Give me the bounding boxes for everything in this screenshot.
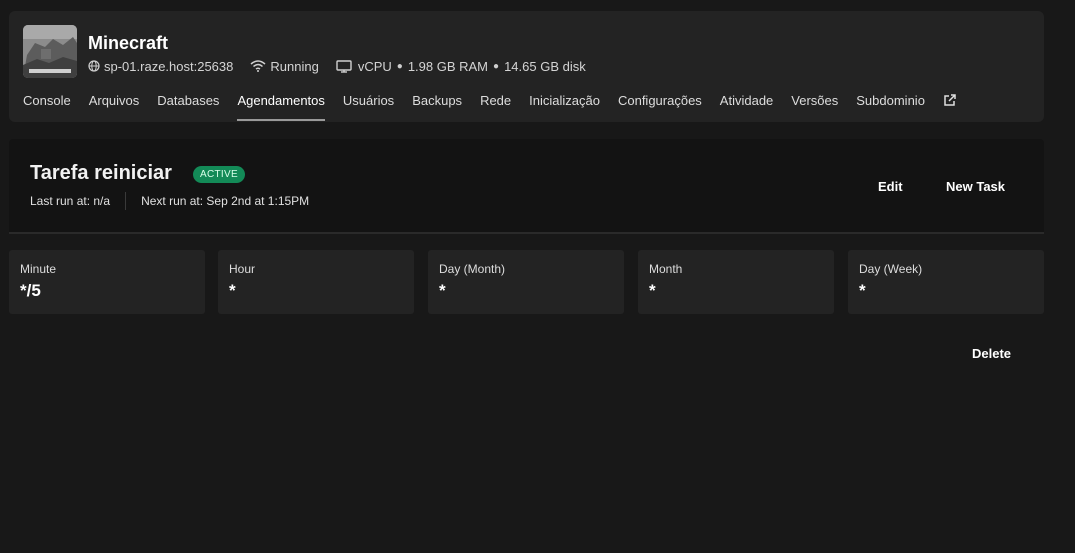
monitor-icon [336,59,352,73]
server-meta: sp-01.raze.host:25638 Running vCPU ● 1.9… [88,57,586,75]
server-status: Running [250,58,319,74]
delete-button[interactable]: Delete [972,346,1011,361]
disk-text: 14.65 GB disk [504,58,586,74]
server-address-text: sp-01.raze.host:25638 [104,58,234,74]
cpu-text: vCPU [357,58,392,74]
cron-value: * [859,281,866,300]
cron-value: * [649,281,656,300]
server-address: sp-01.raze.host:25638 [88,59,233,74]
tab-agendamentos[interactable]: Agendamentos [237,93,325,121]
cron-day-week: Day (Week) * [848,250,1044,314]
server-nav: Console Arquivos Databases Agendamentos … [23,93,956,123]
last-run-text: Last run at: n/a [30,194,111,208]
cron-label: Day (Week) [859,262,923,276]
cron-label: Hour [229,262,256,276]
cron-value: * [229,281,236,300]
tab-atividade[interactable]: Atividade [720,93,773,121]
server-header: Minecraft sp-01.raze.host:25638 Running [9,11,1044,122]
server-thumbnail [23,25,77,78]
server-name: Minecraft [88,33,169,53]
cron-minute: Minute */5 [9,250,205,314]
tab-backups[interactable]: Backups [412,93,462,121]
tab-arquivos[interactable]: Arquivos [89,93,140,121]
server-status-text: Running [270,58,319,74]
tab-console[interactable]: Console [23,93,71,121]
tab-versoes[interactable]: Versões [791,93,838,121]
cron-month: Month * [638,250,834,314]
divider [125,192,127,210]
task-card: Tarefa reiniciar ACTIVE Last run at: n/a… [9,139,1044,234]
cron-label: Minute [20,262,57,276]
tab-subdominio[interactable]: Subdominio [856,93,925,121]
cron-label: Month [649,262,683,276]
tab-inicializacao[interactable]: Inicialização [529,93,600,121]
wifi-icon [250,60,266,72]
cron-value: * [439,281,446,300]
separator-dot: ● [493,60,500,72]
cron-label: Day (Month) [439,262,506,276]
tab-configuracoes[interactable]: Configurações [618,93,702,121]
ram-text: 1.98 GB RAM [407,58,489,74]
cron-day-month: Day (Month) * [428,250,624,314]
cron-hour: Hour * [218,250,414,314]
next-run-text: Next run at: Sep 2nd at 1:15PM [141,194,310,208]
external-link-icon[interactable] [943,93,956,123]
run-info: Last run at: n/a Next run at: Sep 2nd at… [30,192,309,210]
new-task-button[interactable]: New Task [946,179,1005,194]
tab-rede[interactable]: Rede [480,93,511,121]
status-badge: ACTIVE [193,166,245,183]
globe-icon [88,60,100,72]
tab-usuarios[interactable]: Usuários [343,93,394,121]
tab-databases[interactable]: Databases [157,93,219,121]
edit-button[interactable]: Edit [878,179,903,194]
separator-dot: ● [396,60,403,72]
server-resources: vCPU ● 1.98 GB RAM ● 14.65 GB disk [336,59,586,74]
task-title: Tarefa reiniciar [30,162,172,184]
cron-value: */5 [20,281,41,300]
